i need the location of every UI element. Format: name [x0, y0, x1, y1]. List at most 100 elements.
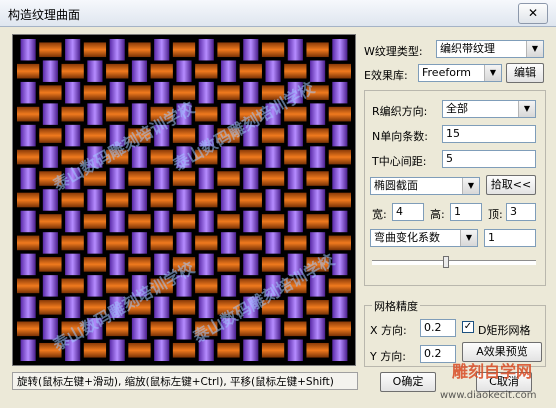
weft-strip — [284, 63, 307, 79]
warp-strip — [42, 146, 58, 168]
weft-strip — [172, 171, 196, 186]
warp-strip — [131, 232, 148, 254]
weft-strip — [17, 192, 40, 208]
close-button[interactable]: ✕ — [518, 3, 548, 24]
weft-strip — [217, 214, 240, 229]
weft-strip — [39, 128, 62, 143]
top-input[interactable]: 3 — [506, 203, 536, 221]
warp-strip — [65, 167, 81, 190]
weft-strip — [39, 171, 62, 186]
width-input[interactable]: 4 — [392, 203, 424, 221]
window-title: 构造纹理曲面 — [8, 8, 81, 22]
warp-strip — [176, 189, 192, 211]
warp-strip — [310, 275, 326, 297]
weft-strip — [39, 85, 62, 100]
warp-strip — [332, 124, 348, 147]
weft-strip — [328, 149, 351, 165]
weft-strip — [261, 42, 285, 58]
bend-value: 弯曲变化系数 — [374, 231, 440, 244]
ok-button[interactable]: O确定 — [380, 372, 436, 392]
warp-strip — [131, 146, 148, 168]
weft-strip — [61, 63, 84, 79]
warp-strip — [198, 167, 214, 190]
count-input[interactable]: 15 — [442, 125, 536, 143]
warp-strip — [20, 167, 36, 190]
weft-strip — [217, 85, 240, 100]
y-direction-input[interactable]: 0.2 — [420, 345, 456, 363]
weft-strip — [83, 342, 107, 358]
weft-strip — [106, 63, 129, 79]
weft-strip — [328, 235, 351, 251]
weave-preview — [17, 39, 351, 361]
texture-type-select[interactable]: 编织带纹理 ▼ — [436, 40, 544, 58]
texture-preview-canvas[interactable]: 泰山数码雕刻培训学校 泰山数码雕刻培训学校 泰山数码雕刻培训学校 泰山数码雕刻培… — [12, 34, 356, 366]
height-input[interactable]: 1 — [450, 203, 482, 221]
weft-strip — [150, 321, 173, 337]
section-select[interactable]: 椭圆截面 ▼ — [370, 177, 480, 195]
rect-grid-checkbox[interactable]: ✓ — [462, 321, 474, 333]
warp-strip — [243, 253, 259, 276]
weft-strip — [284, 192, 307, 208]
warp-strip — [176, 60, 192, 82]
bend-factor-input[interactable]: 1 — [484, 229, 536, 247]
warp-strip — [154, 39, 170, 61]
weft-strip — [128, 257, 151, 272]
warp-strip — [243, 210, 259, 233]
weft-strip — [17, 106, 40, 122]
warp-strip — [243, 339, 259, 361]
pick-button[interactable]: 拾取<< — [486, 175, 536, 195]
warp-strip — [243, 81, 259, 104]
warp-strip — [310, 189, 326, 211]
weft-strip — [61, 321, 84, 337]
warp-strip — [176, 146, 192, 168]
warp-strip — [310, 146, 326, 168]
weft-strip — [106, 149, 129, 165]
warp-strip — [154, 296, 170, 319]
weft-strip — [217, 128, 240, 143]
spacing-input[interactable]: 5 — [442, 150, 536, 168]
weft-strip — [306, 42, 329, 58]
warp-strip — [265, 275, 281, 297]
chevron-down-icon: ▼ — [518, 101, 535, 117]
weft-strip — [128, 171, 151, 186]
warp-strip — [198, 339, 214, 361]
weft-strip — [106, 278, 129, 294]
chevron-down-icon: ▼ — [526, 41, 543, 57]
direction-select[interactable]: 全部 ▼ — [442, 100, 536, 118]
warp-strip — [154, 124, 170, 147]
bend-slider-track[interactable] — [372, 260, 536, 265]
warp-strip — [20, 296, 36, 319]
warp-strip — [154, 81, 170, 104]
weft-strip — [195, 321, 218, 337]
width-label: 宽: — [372, 208, 387, 221]
weft-strip — [239, 106, 262, 122]
warp-strip — [131, 189, 148, 211]
weft-strip — [284, 235, 307, 251]
x-direction-input[interactable]: 0.2 — [420, 319, 456, 337]
weft-strip — [306, 300, 329, 315]
effect-lib-label: E效果库: — [364, 69, 408, 82]
warp-strip — [109, 167, 125, 190]
edit-button[interactable]: 编辑 — [506, 63, 544, 83]
warp-strip — [87, 60, 103, 82]
weft-strip — [106, 192, 129, 208]
weft-strip — [61, 278, 84, 294]
weft-strip — [306, 85, 329, 100]
warp-strip — [87, 103, 103, 125]
warp-strip — [198, 253, 214, 276]
warp-strip — [176, 318, 192, 340]
bend-select[interactable]: 弯曲变化系数 ▼ — [370, 229, 478, 247]
weft-strip — [261, 300, 285, 315]
warp-strip — [109, 210, 125, 233]
weft-strip — [39, 300, 62, 315]
weft-strip — [61, 192, 84, 208]
bend-slider-thumb[interactable] — [443, 256, 450, 268]
warp-strip — [109, 124, 125, 147]
warp-strip — [287, 81, 303, 104]
effect-lib-select[interactable]: Freeform ▼ — [418, 64, 502, 82]
warp-strip — [87, 232, 103, 254]
texture-type-value: 编织带纹理 — [440, 42, 495, 55]
weft-strip — [217, 42, 240, 58]
weft-strip — [83, 128, 107, 143]
weft-strip — [239, 149, 262, 165]
